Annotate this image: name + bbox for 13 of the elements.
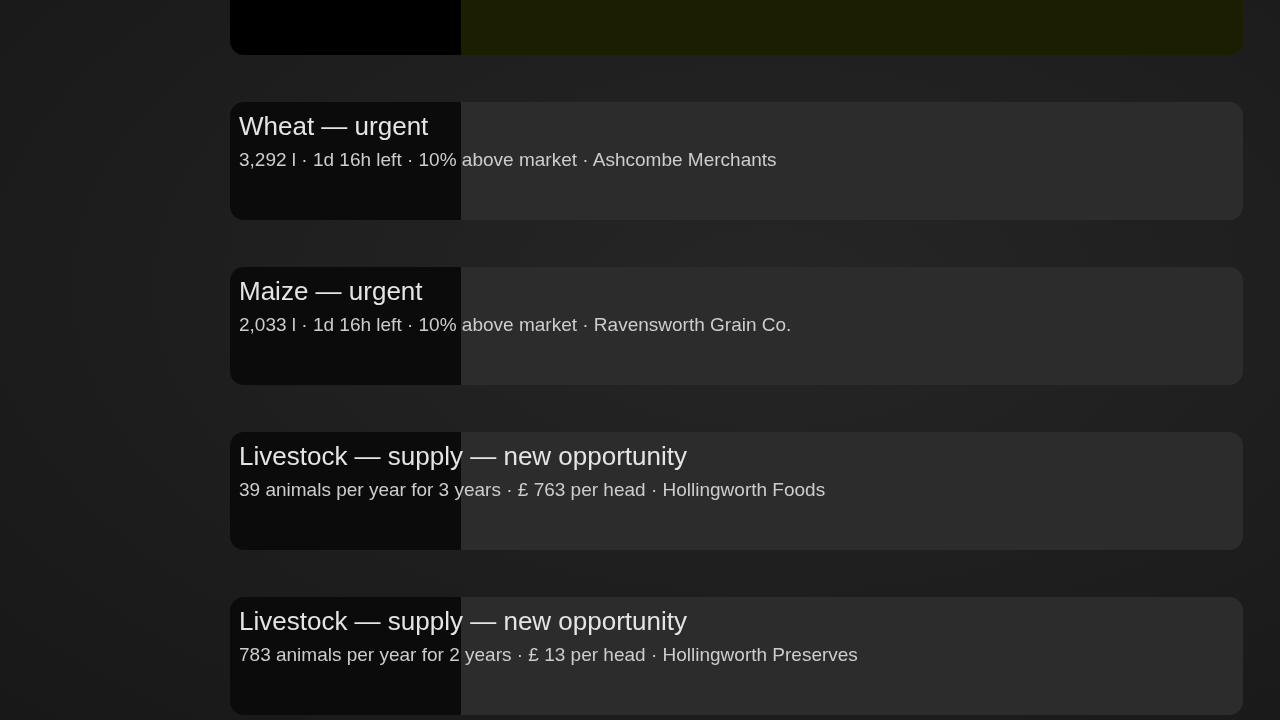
offer-details: 3,292 l · 1d 16h left · 10% above market · Ashcombe Merchants (239, 148, 777, 171)
offer-card[interactable]: Livestock — supply — new opportunity 783 animals per year for 2 years · £ 13 per head · Hollingworth Preserves (230, 597, 1243, 715)
offer-card[interactable] (230, 0, 1243, 55)
offer-title: Livestock — supply — new opportunity (239, 606, 687, 636)
offer-card[interactable]: Maize — urgent 2,033 l · 1d 16h left · 10% above market · Ravensworth Grain Co. (230, 267, 1243, 385)
offer-title: Wheat — urgent (239, 111, 429, 141)
offer-card[interactable]: Wheat — urgent 3,292 l · 1d 16h left · 10% above market · Ashcombe Merchants (230, 102, 1243, 220)
offer-details: 783 animals per year for 2 years · £ 13 per head · Hollingworth Preserves (239, 643, 858, 666)
offer-card[interactable]: Livestock — supply — new opportunity 39 animals per year for 3 years · £ 763 per head · Hollingworth Foods (230, 432, 1243, 550)
offer-details: 2,033 l · 1d 16h left · 10% above market · Ravensworth Grain Co. (239, 313, 792, 336)
offer-details: 39 animals per year for 3 years · £ 763 per head · Hollingworth Foods (239, 478, 826, 501)
offer-title: Livestock — supply — new opportunity (239, 441, 687, 471)
offer-title: Maize — urgent (239, 276, 423, 306)
